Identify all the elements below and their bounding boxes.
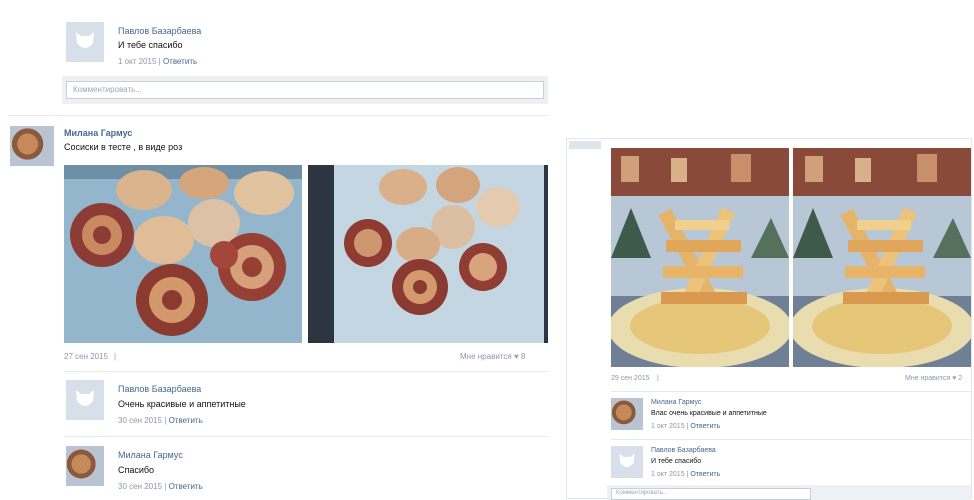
divider [64, 371, 548, 372]
likes-label: Мне нравится [460, 352, 512, 361]
comment-input[interactable]: Комментировать... [66, 81, 544, 99]
post-date[interactable]: 29 сен 2015 [611, 375, 650, 382]
vk-default-avatar[interactable] [66, 22, 104, 62]
heart-icon: ♥ [952, 375, 957, 382]
reply-link[interactable]: Ответить [163, 57, 197, 66]
comment-author[interactable]: Павлов Базарбаева [651, 447, 716, 454]
avatar[interactable] [611, 398, 643, 430]
comment-meta: 1 окт 2015 | Ответить [651, 423, 720, 430]
crepe-tower-image [793, 148, 971, 367]
like-button[interactable]: Мне нравится ♥ 8 [460, 352, 525, 361]
comment-date[interactable]: 30 сен 2015 [118, 416, 162, 425]
comment-text: Очень красивые и аппетитные [118, 399, 246, 409]
like-button[interactable]: Мне нравится ♥ 2 [905, 375, 962, 382]
post-date-separator: | [657, 375, 659, 382]
heart-icon: ♥ [513, 352, 519, 361]
comment-author[interactable]: Милана Гармус [651, 399, 701, 406]
comment-author[interactable]: Милана Гармус [118, 450, 183, 460]
comment-input[interactable]: Комментировать... [611, 488, 811, 500]
reply-link[interactable]: Ответить [169, 416, 203, 425]
panel-tab [569, 141, 601, 149]
pastry-image [308, 165, 548, 343]
separator: | [164, 482, 167, 491]
reply-link[interactable]: Ответить [169, 482, 203, 491]
comment-meta: 30 сен 2015 | Ответить [118, 416, 203, 425]
post-author[interactable]: Милана Гармус [64, 128, 132, 138]
crepe-tower-image [611, 148, 789, 367]
post-photo[interactable] [611, 148, 789, 367]
comment-text: И тебе спасибо [651, 458, 702, 465]
reply-link[interactable]: Ответить [690, 471, 720, 478]
comment-text: И тебе спасибо [118, 40, 183, 50]
likes-label: Мне нравится [905, 375, 951, 382]
reply-link[interactable]: Ответить [690, 423, 720, 430]
dog-icon [76, 390, 94, 406]
comment-date[interactable]: 1 окт 2015 [651, 423, 685, 430]
comment-date[interactable]: 1 окт 2015 [118, 57, 156, 66]
comment-meta: 30 сен 2015 | Ответить [118, 482, 203, 491]
dog-icon [76, 32, 94, 48]
divider [611, 391, 971, 392]
separator: | [686, 471, 689, 478]
comment-date[interactable]: 1 окт 2015 [651, 471, 685, 478]
post-photo[interactable] [308, 165, 548, 343]
divider [64, 436, 548, 437]
comment-author[interactable]: Павлов Базарбаева [118, 384, 201, 394]
comment-author[interactable]: Павлов Базарбаева [118, 26, 201, 36]
dog-icon [619, 453, 635, 467]
vk-default-avatar[interactable] [611, 446, 643, 478]
comment-meta: 1 окт 2015 | Ответить [118, 57, 197, 66]
separator: | [164, 416, 167, 425]
right-panel: 29 сен 2015 | Мне нравится ♥ 2 Милана Га… [566, 138, 972, 500]
comment-date[interactable]: 30 сен 2015 [118, 482, 162, 491]
post-date-separator: | [114, 352, 117, 361]
post-date[interactable]: 27 сен 2015 [64, 352, 108, 361]
vk-default-avatar[interactable] [66, 380, 104, 420]
separator: | [158, 57, 161, 66]
comment-meta: 1 окт 2015 | Ответить [651, 471, 720, 478]
post-photo[interactable] [793, 148, 971, 367]
post-text: Сосиски в тесте , в виде роз [64, 142, 183, 152]
divider [611, 439, 971, 440]
avatar[interactable] [10, 126, 54, 166]
separator: | [686, 423, 689, 430]
avatar[interactable] [66, 446, 104, 486]
likes-count: 8 [520, 352, 526, 361]
post-photo[interactable] [64, 165, 302, 343]
pastry-image [64, 165, 302, 343]
comment-text: Спасибо [118, 465, 155, 475]
comment-text: Влас очень красивые и аппетитные [651, 410, 767, 417]
divider [8, 115, 548, 116]
likes-count: 2 [958, 375, 963, 382]
